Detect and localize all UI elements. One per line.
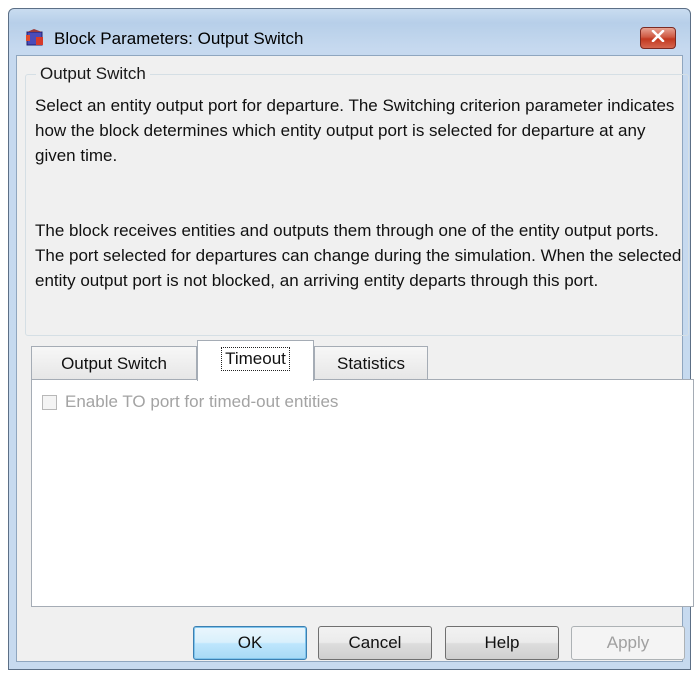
tab-strip: Output Switch Timeout Statistics [31, 338, 451, 381]
tab-label: Output Switch [61, 353, 167, 373]
simulink-block-icon [25, 28, 45, 48]
group-legend: Output Switch [36, 64, 150, 84]
enable-to-port-checkbox[interactable] [42, 394, 57, 410]
enable-to-port-label: Enable TO port for timed-out entities [65, 392, 339, 411]
tab-label: Statistics [336, 353, 406, 373]
button-row: OK Cancel Help Apply [17, 626, 685, 660]
tab-timeout[interactable]: Timeout [197, 340, 314, 381]
close-button[interactable] [640, 27, 676, 49]
apply-button-label: Apply [606, 633, 650, 652]
title-bar[interactable]: Block Parameters: Output Switch [9, 9, 690, 55]
window-title: Block Parameters: Output Switch [54, 29, 304, 48]
tab-label: Timeout [221, 347, 290, 371]
enable-to-port-row[interactable]: Enable TO port for timed-out entities [42, 392, 338, 412]
description-group: Output Switch Select an entity output po… [25, 64, 689, 336]
tab-statistics[interactable]: Statistics [314, 346, 428, 380]
timeout-tab-panel: Enable TO port for timed-out entities [31, 379, 694, 607]
cancel-button[interactable]: Cancel [318, 626, 432, 660]
ok-button[interactable]: OK [193, 626, 307, 660]
dialog-client-area: Output Switch Select an entity output po… [16, 55, 694, 662]
help-button[interactable]: Help [445, 626, 559, 660]
dialog-window: Block Parameters: Output Switch Output S… [8, 8, 694, 670]
help-button-label: Help [484, 633, 520, 652]
close-icon [651, 29, 665, 47]
ok-button-label: OK [237, 633, 263, 652]
description-paragraph-2: The block receives entities and outputs … [35, 221, 682, 290]
description-paragraph-1: Select an entity output port for departu… [35, 96, 675, 165]
apply-button[interactable]: Apply [571, 626, 685, 660]
tab-output-switch[interactable]: Output Switch [31, 346, 197, 380]
cancel-button-label: Cancel [348, 633, 402, 652]
